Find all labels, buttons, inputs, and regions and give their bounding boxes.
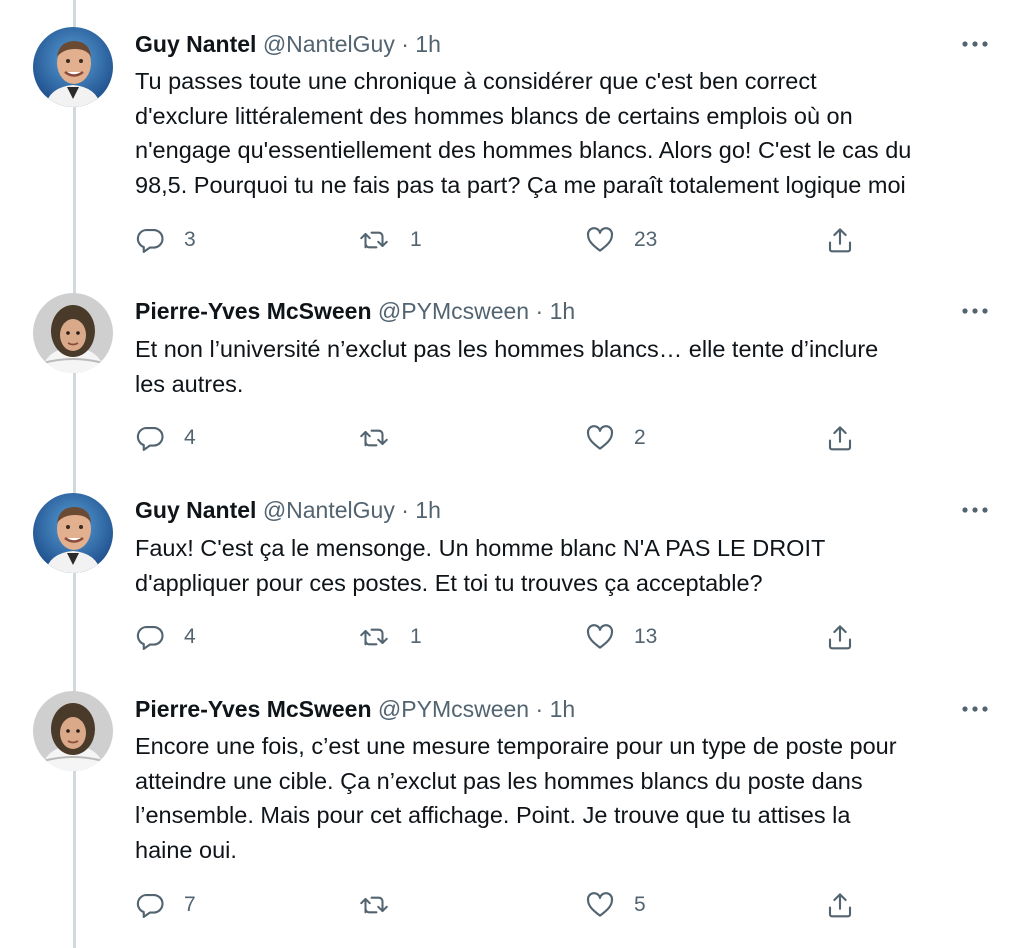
retweet-count: 1 (410, 625, 422, 648)
separator: · (535, 298, 544, 324)
retweet-button[interactable]: 1 (357, 223, 422, 257)
share-icon (825, 890, 855, 920)
avatar[interactable] (33, 293, 113, 373)
retweet-button[interactable]: 1 (357, 620, 422, 654)
like-count: 13 (634, 625, 658, 648)
retweet-icon (357, 890, 391, 920)
reply-icon (135, 622, 165, 652)
tweet-text: Encore une fois, c’est une mesure tempor… (135, 733, 897, 863)
reply-icon (135, 890, 165, 920)
tweet-text: Et non l’université n’exclut pas les hom… (135, 336, 879, 397)
retweet-icon (357, 622, 391, 652)
user-handle[interactable]: @PYMcsween (378, 298, 529, 324)
share-icon (825, 225, 855, 255)
retweet-button[interactable] (357, 421, 410, 455)
user-handle[interactable]: @NantelGuy (263, 31, 395, 57)
retweet-button[interactable] (357, 888, 410, 922)
user-handle[interactable]: @NantelGuy (263, 497, 395, 523)
reply-count: 4 (184, 426, 196, 449)
like-count: 23 (634, 228, 658, 251)
separator: · (401, 497, 409, 523)
share-icon (825, 423, 855, 453)
display-name[interactable]: Pierre-Yves McSween (135, 696, 372, 722)
tweet-header: Pierre-Yves McSween @PYMcsween · 1h (135, 297, 575, 325)
thread-connector-line (73, 0, 76, 948)
tweet-actions: 4 2 (135, 421, 875, 455)
like-icon (585, 225, 615, 255)
reply-count: 4 (184, 625, 196, 648)
reply-icon (135, 423, 165, 453)
tweet-header: Guy Nantel @NantelGuy · 1h (135, 496, 441, 524)
tweet-header: Guy Nantel @NantelGuy · 1h (135, 30, 441, 58)
like-icon (585, 622, 615, 652)
like-count: 5 (634, 893, 646, 916)
reply-button[interactable]: 4 (135, 620, 196, 654)
timestamp[interactable]: 1h (415, 497, 441, 523)
share-button[interactable] (825, 223, 855, 257)
reply-count: 7 (184, 893, 196, 916)
reply-count: 3 (184, 228, 196, 251)
avatar[interactable] (33, 27, 113, 107)
user-handle[interactable]: @PYMcsween (378, 696, 529, 722)
timestamp[interactable]: 1h (550, 298, 576, 324)
more-options-icon[interactable] (958, 498, 992, 522)
reply-icon (135, 225, 165, 255)
share-button[interactable] (825, 421, 855, 455)
retweet-icon (357, 423, 391, 453)
share-button[interactable] (825, 888, 855, 922)
more-options-icon[interactable] (958, 299, 992, 323)
display-name[interactable]: Guy Nantel (135, 497, 256, 523)
separator: · (535, 696, 544, 722)
like-button[interactable]: 5 (585, 888, 646, 922)
retweet-icon (357, 225, 391, 255)
like-button[interactable]: 23 (585, 223, 657, 257)
like-count: 2 (634, 426, 646, 449)
share-button[interactable] (825, 620, 855, 654)
more-options-icon[interactable] (958, 32, 992, 56)
tweet-text: Faux! C'est ça le mensonge. Un homme bla… (135, 535, 826, 596)
reply-button[interactable]: 7 (135, 888, 196, 922)
avatar[interactable] (33, 493, 113, 573)
like-icon (585, 890, 615, 920)
more-options-icon[interactable] (958, 697, 992, 721)
like-button[interactable]: 13 (585, 620, 657, 654)
tweet-header: Pierre-Yves McSween @PYMcsween · 1h (135, 695, 575, 723)
like-icon (585, 423, 615, 453)
tweet-actions: 7 5 (135, 888, 875, 922)
share-icon (825, 622, 855, 652)
tweet-actions: 3 1 23 (135, 223, 875, 257)
timestamp[interactable]: 1h (550, 696, 576, 722)
display-name[interactable]: Pierre-Yves McSween (135, 298, 372, 324)
separator: · (401, 31, 409, 57)
tweet-text: Tu passes toute une chronique à considér… (135, 68, 912, 198)
like-button[interactable]: 2 (585, 421, 646, 455)
reply-button[interactable]: 4 (135, 421, 196, 455)
tweet-actions: 4 1 13 (135, 620, 875, 654)
reply-button[interactable]: 3 (135, 223, 196, 257)
timestamp[interactable]: 1h (415, 31, 441, 57)
display-name[interactable]: Guy Nantel (135, 31, 256, 57)
avatar[interactable] (33, 691, 113, 771)
retweet-count: 1 (410, 228, 422, 251)
